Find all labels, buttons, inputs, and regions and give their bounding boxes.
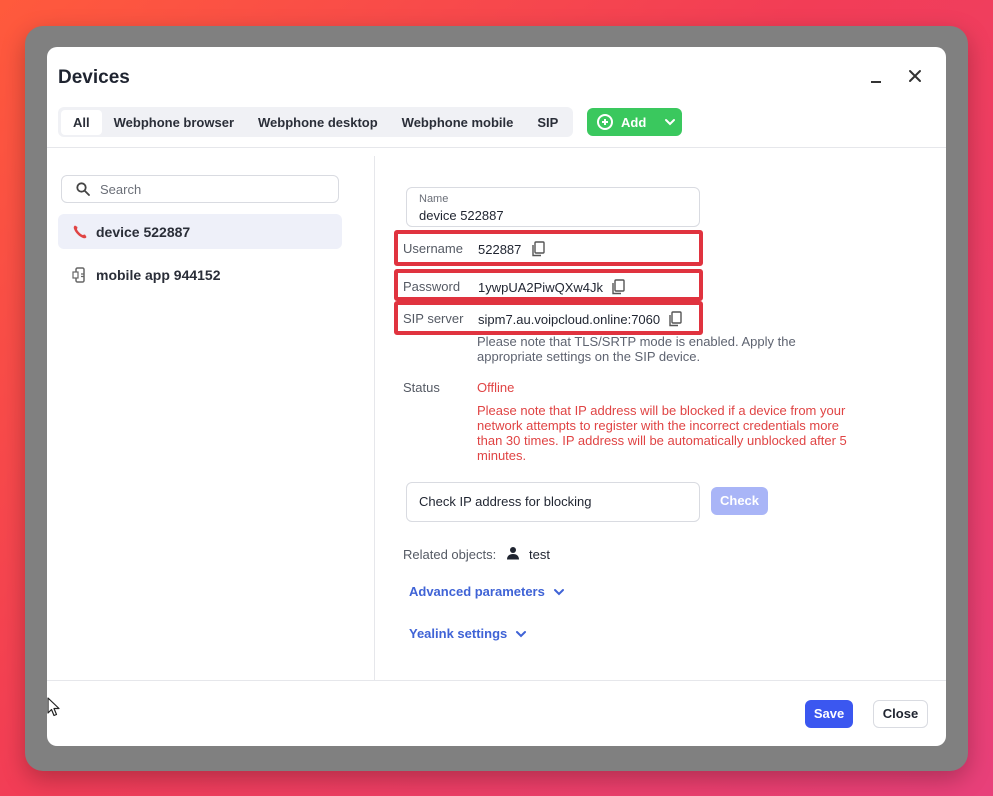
device-list-item[interactable]: device 522887 (58, 214, 342, 249)
panel-divider (374, 156, 375, 680)
tls-note: Please note that TLS/SRTP mode is enable… (477, 334, 796, 364)
check-button[interactable]: Check (711, 487, 768, 515)
tab-all[interactable]: All (61, 109, 102, 135)
advanced-parameters-toggle[interactable]: Advanced parameters (409, 584, 565, 599)
status-label: Status (403, 380, 440, 395)
search-input[interactable] (100, 181, 330, 198)
tab-sip[interactable]: SIP (525, 110, 570, 135)
add-device-button[interactable]: Add (587, 108, 682, 136)
user-icon (507, 547, 519, 560)
dialog-title: Devices (58, 67, 130, 88)
device-list-item[interactable]: mobile app 944152 (58, 257, 342, 292)
name-field-label: Name (419, 193, 449, 205)
plus-circle-icon (597, 114, 613, 130)
mouse-cursor-icon (47, 697, 60, 717)
footer-divider (47, 680, 946, 681)
sip-server-label: SIP server (403, 311, 464, 326)
tab-webphone-mobile[interactable]: Webphone mobile (390, 110, 526, 135)
username-row: Username 522887 (394, 230, 703, 266)
chevron-down-icon (665, 119, 676, 126)
device-type-tabs: All Webphone browser Webphone desktop We… (58, 107, 574, 137)
device-label: mobile app 944152 (96, 266, 221, 283)
status-value: Offline (477, 380, 515, 395)
chevron-down-icon (516, 630, 527, 637)
add-button-label: Add (621, 114, 647, 130)
ip-check-placeholder: Check IP address for blocking (419, 494, 592, 509)
close-button[interactable]: Close (873, 700, 928, 728)
password-label: Password (403, 279, 461, 294)
username-label: Username (403, 241, 463, 256)
copy-icon[interactable] (611, 279, 625, 295)
close-icon[interactable] (906, 67, 924, 85)
copy-icon[interactable] (531, 241, 545, 257)
username-value: 522887 (478, 242, 522, 257)
phone-icon (73, 225, 87, 238)
sip-server-row: SIP server sipm7.au.voipcloud.online:706… (394, 301, 703, 335)
copy-icon[interactable] (668, 311, 682, 327)
search-icon (76, 182, 90, 196)
password-row: Password 1ywpUA2PiwQXw4Jk (394, 269, 703, 301)
save-button[interactable]: Save (805, 700, 853, 728)
password-value: 1ywpUA2PiwQXw4Jk (478, 280, 603, 295)
related-objects-label: Related objects: (403, 547, 497, 562)
minimize-button[interactable] (869, 69, 885, 85)
ip-check-field[interactable]: Check IP address for blocking (406, 482, 700, 522)
ip-block-warning: Please note that IP address will be bloc… (477, 403, 847, 463)
yealink-settings-label: Yealink settings (409, 626, 508, 641)
sip-server-value: sipm7.au.voipcloud.online:7060 (478, 312, 661, 327)
name-field[interactable]: Name device 522887 (406, 187, 700, 227)
tab-webphone-desktop[interactable]: Webphone desktop (246, 110, 390, 135)
header-divider (47, 147, 946, 148)
search-box (61, 175, 339, 203)
mobile-app-icon (72, 266, 85, 283)
devices-dialog: Devices All Webphone browser Webphone de… (47, 47, 946, 746)
chevron-down-icon (553, 588, 564, 595)
tab-webphone-browser[interactable]: Webphone browser (102, 110, 246, 135)
device-label: device 522887 (96, 223, 191, 240)
yealink-settings-toggle[interactable]: Yealink settings (409, 626, 527, 641)
related-object-link[interactable]: test (529, 547, 550, 562)
name-field-value: device 522887 (419, 208, 504, 223)
advanced-parameters-label: Advanced parameters (409, 584, 545, 599)
